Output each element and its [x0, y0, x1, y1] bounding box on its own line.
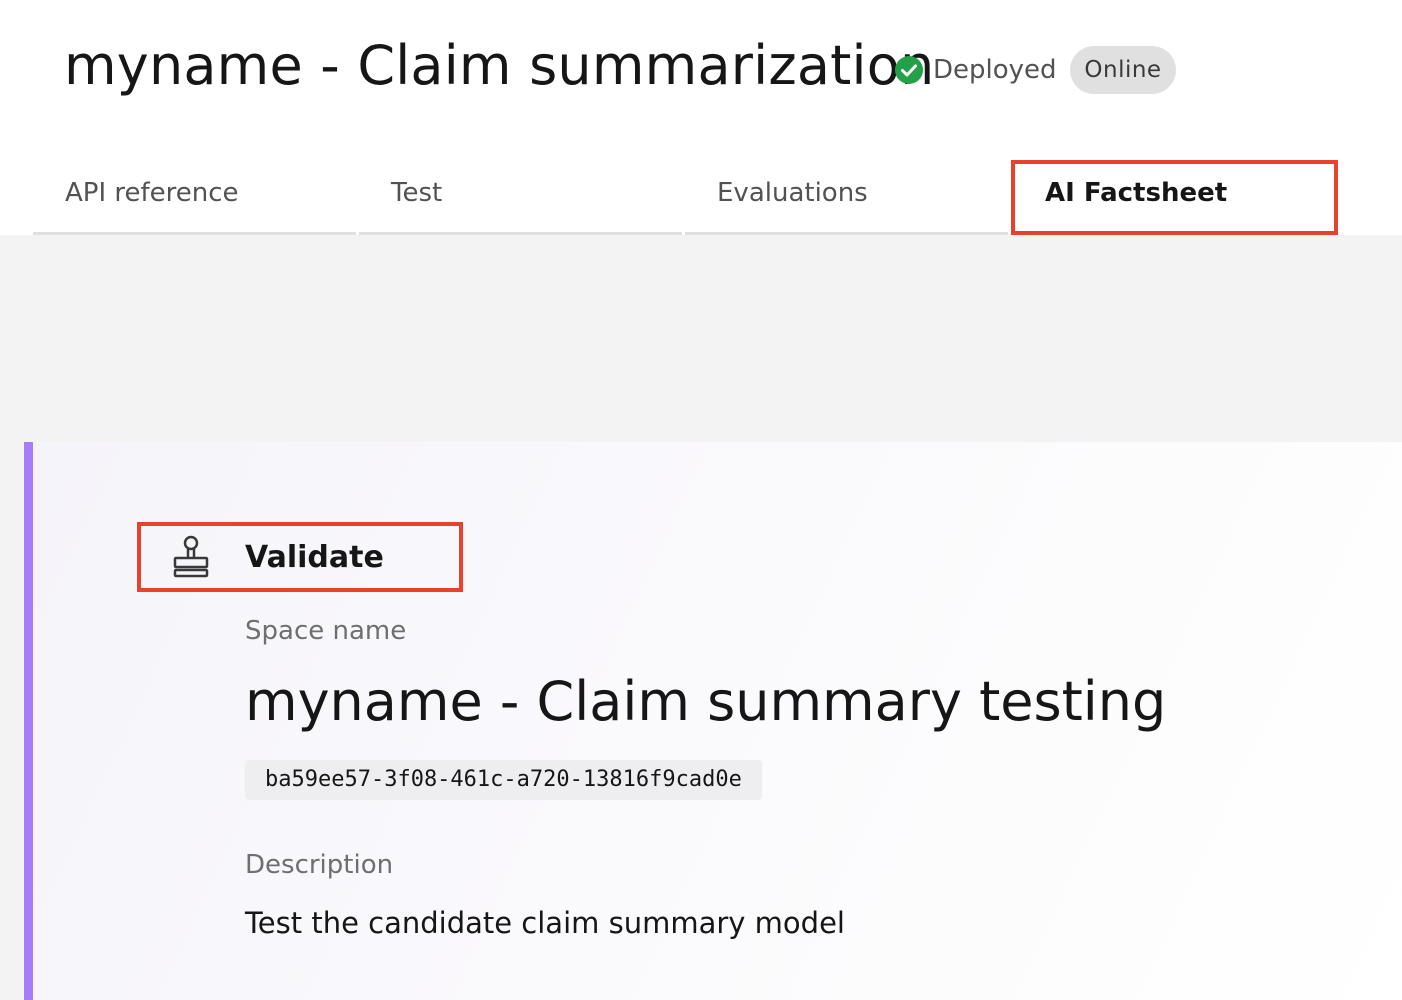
page-title: myname - Claim summarization — [64, 34, 935, 97]
space-name[interactable]: myname - Claim summary testing — [245, 670, 1166, 733]
space-name-label: Space name — [245, 616, 407, 646]
description-text: Test the candidate claim summary model — [245, 906, 845, 940]
tab-test[interactable]: Test — [359, 160, 682, 235]
tab-list: API reference Test Evaluations AI Factsh… — [33, 160, 1338, 235]
tab-api-reference[interactable]: API reference — [33, 160, 356, 235]
factsheet-stage-card: Validate Space name myname - Claim summa… — [24, 442, 1402, 1000]
page-header: myname - Claim summarization Deployed On… — [0, 0, 1402, 140]
tab-evaluations[interactable]: Evaluations — [685, 160, 1008, 235]
tab-ai-factsheet[interactable]: AI Factsheet — [1011, 160, 1338, 235]
stamp-icon — [173, 535, 209, 578]
status-label: Deployed — [933, 55, 1057, 85]
online-tag: Online — [1070, 46, 1176, 94]
description-label: Description — [245, 850, 394, 880]
checkmark-filled-icon — [895, 56, 923, 84]
space-id-code: ba59ee57-3f08-461c-a720-13816f9cad0e — [245, 760, 762, 800]
deployment-page: myname - Claim summarization Deployed On… — [0, 0, 1402, 1000]
deployment-status: Deployed — [894, 52, 1057, 88]
validate-stage-header: Validate — [137, 522, 463, 592]
stage-label: Validate — [245, 540, 384, 575]
